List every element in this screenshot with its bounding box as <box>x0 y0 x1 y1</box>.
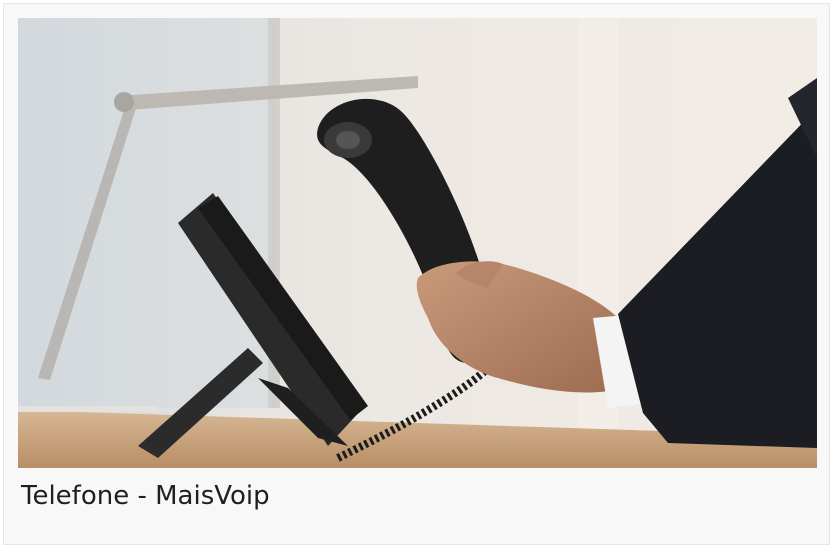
image-caption[interactable]: Telefone - MaisVoip <box>21 479 270 513</box>
image-card: Telefone - MaisVoip <box>3 3 830 545</box>
phone-photo-illustration <box>18 18 817 468</box>
phone-photo[interactable] <box>18 18 817 468</box>
